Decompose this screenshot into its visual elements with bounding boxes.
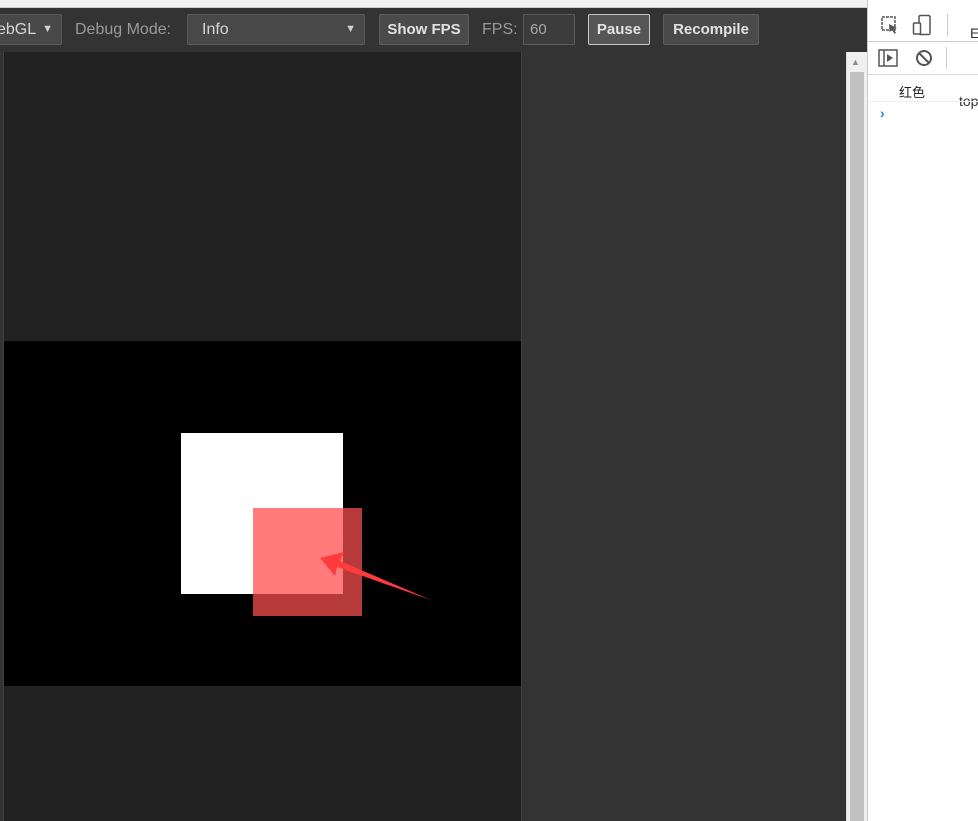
- vertical-scrollbar[interactable]: ▲: [846, 52, 867, 821]
- annotation-arrow-icon: [320, 552, 431, 600]
- console-message-text: 红色: [899, 86, 926, 101]
- app-root: ebGL ▼ Debug Mode: Info ▼ Show FPS FPS: …: [0, 0, 978, 821]
- toolbar-separator: [946, 47, 947, 69]
- device-toolbar-icon[interactable]: [912, 14, 932, 36]
- console-toolbar: top: [868, 42, 978, 109]
- renderer-select-value: ebGL: [0, 21, 37, 38]
- renderer-select[interactable]: ebGL ▼: [0, 14, 62, 45]
- fps-label: FPS:: [482, 21, 518, 38]
- tab-elements[interactable]: E: [970, 25, 978, 41]
- toolbar-separator: [947, 14, 948, 36]
- devtools-tab-bar: E: [868, 8, 978, 42]
- scrollbar-thumb[interactable]: [850, 72, 864, 821]
- show-sidebar-icon[interactable]: [878, 49, 898, 67]
- debug-mode-select[interactable]: Info ▼: [187, 14, 365, 45]
- chevron-down-icon: ▼: [42, 23, 53, 35]
- fps-field[interactable]: 60: [523, 14, 575, 45]
- chevron-down-icon: ▼: [345, 23, 356, 35]
- recompile-button[interactable]: Recompile: [663, 14, 759, 45]
- browser-top-strip: [0, 0, 868, 8]
- console-message: 红色: [868, 76, 978, 102]
- console-prompt-icon[interactable]: ›: [880, 105, 885, 121]
- debug-mode-label: Debug Mode:: [75, 21, 172, 38]
- inspect-element-icon[interactable]: [880, 15, 900, 35]
- shader-toolbar: ebGL ▼ Debug Mode: Info ▼ Show FPS FPS: …: [0, 8, 846, 53]
- scroll-up-icon[interactable]: ▲: [851, 57, 860, 67]
- devtools-panel: E top 红色 ›: [867, 0, 978, 821]
- clear-console-icon[interactable]: [915, 49, 933, 67]
- pause-button[interactable]: Pause: [588, 14, 650, 45]
- show-fps-button[interactable]: Show FPS: [379, 14, 469, 45]
- debug-mode-value: Info: [202, 21, 229, 38]
